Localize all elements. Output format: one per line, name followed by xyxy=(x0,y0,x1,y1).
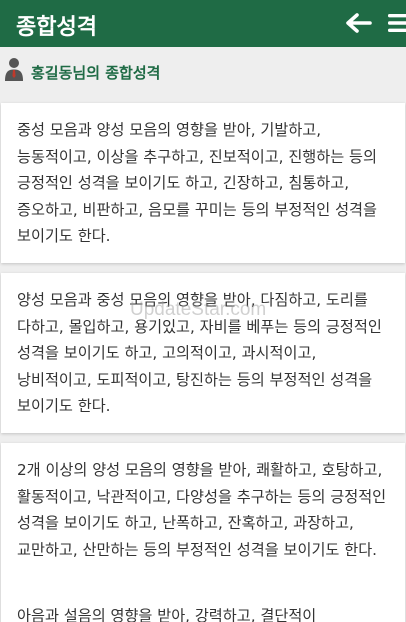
hamburger-menu-icon xyxy=(388,14,406,32)
menu-button[interactable] xyxy=(388,12,406,34)
profile-header: 홍길동님의 종합성격 xyxy=(0,47,406,93)
personality-card: 양성 모음과 중성 모음의 영향을 받아, 다짐하고, 도리를 다하고, 몰입하… xyxy=(1,273,405,433)
profile-title: 홍길동님의 종합성격 xyxy=(31,64,161,82)
user-icon xyxy=(5,58,23,81)
back-button[interactable] xyxy=(344,11,372,35)
personality-card: 중성 모음과 양성 모음의 영향을 받아, 기발하고, 능동적이고, 이상을 추… xyxy=(1,103,405,263)
arrow-left-icon xyxy=(346,13,372,33)
app-screen: 종합성격 홍길동님의 종합성격 중성 모음과 양성 모음의 영향을 받아, 기발… xyxy=(0,0,406,622)
personality-card: 2개 이상의 양성 모음의 영향을 받아, 쾌활하고, 호탕하고, 활동적이고,… xyxy=(1,443,405,622)
personality-description-continued: 아음과 설음의 영향을 받아, 강력하고, 결단적이 xyxy=(17,607,317,622)
app-bar: 종합성격 xyxy=(0,0,406,47)
personality-description: 중성 모음과 양성 모음의 영향을 받아, 기발하고, 능동적이고, 이상을 추… xyxy=(17,121,377,245)
personality-description: 양성 모음과 중성 모음의 영향을 받아, 다짐하고, 도리를 다하고, 몰입하… xyxy=(17,291,382,415)
personality-description: 2개 이상의 양성 모음의 영향을 받아, 쾌활하고, 호탕하고, 활동적이고,… xyxy=(17,461,387,559)
page-title: 종합성격 xyxy=(16,15,97,40)
